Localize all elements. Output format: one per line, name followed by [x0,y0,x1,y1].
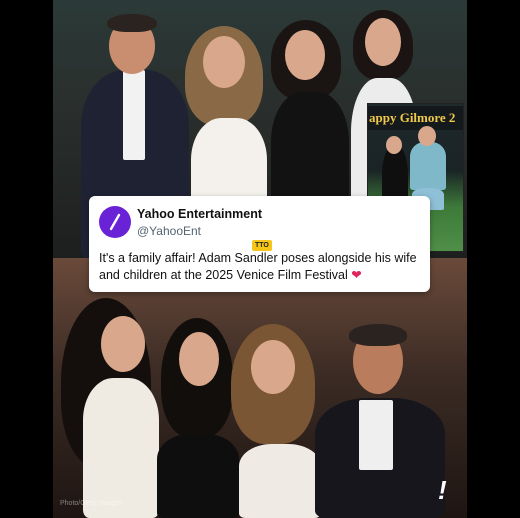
b-girl1-dress [83,378,159,518]
inset-woman-head [386,136,402,154]
inset-man-head [418,126,436,146]
b-man-shirt [359,400,393,470]
man-hair [107,14,157,32]
tweet-handle[interactable]: @YahooEnt [137,224,201,238]
slash-icon [109,213,121,231]
exclamation-icon: ! [438,475,447,505]
tweet-body: It's a family affair! Adam Sandler poses… [99,251,417,282]
woman1-head [203,36,245,88]
b-wife-dress [239,444,321,518]
tweet-account-name[interactable]: Yahoo Entertainment [137,207,262,221]
b-man-hair [349,324,407,346]
bottom-photo [53,258,467,518]
woman3-head [365,18,401,66]
shirt-front [123,70,145,160]
photo-credit: Photo/Getty Images [60,500,122,507]
tweet-text: It's a family affair! Adam Sandler poses… [99,250,424,284]
tweet-card[interactable]: Yahoo Entertainment @YahooEnt TTO It's a… [89,196,430,292]
inset-man-shirt [410,142,446,190]
b-wife-head [251,340,295,394]
b-girl2-head [179,332,219,386]
heart-icon: ❤ [351,268,362,282]
inset-banner-text: appy Gilmore 2 [368,106,463,130]
woman2-head [285,30,325,80]
b-girl1-head [101,316,145,372]
yahoo-logo-icon[interactable] [99,206,131,238]
b-girl2-dress [157,434,239,518]
